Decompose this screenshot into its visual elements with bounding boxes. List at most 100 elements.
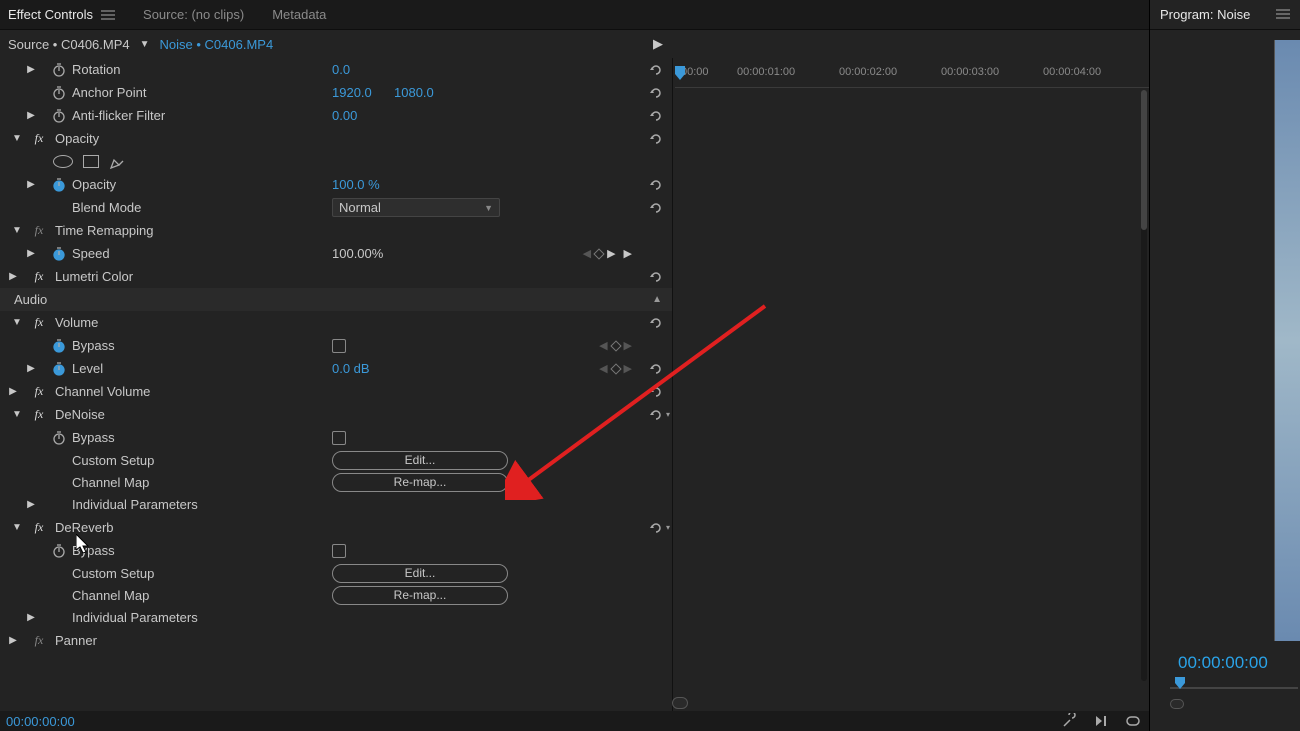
reset-icon[interactable] bbox=[648, 520, 664, 536]
tab-effect-controls[interactable]: Effect Controls bbox=[8, 7, 115, 22]
stopwatch-icon[interactable] bbox=[52, 247, 66, 261]
panel-menu-icon[interactable] bbox=[101, 10, 115, 20]
stopwatch-icon[interactable] bbox=[52, 362, 66, 376]
reset-icon[interactable] bbox=[648, 200, 664, 216]
edit-button[interactable]: Edit... bbox=[332, 564, 508, 583]
reset-icon[interactable] bbox=[648, 177, 664, 193]
fx-badge-icon[interactable]: fx bbox=[32, 633, 46, 648]
blend-mode-select[interactable]: Normal▼ bbox=[332, 198, 500, 217]
anchor-x-value[interactable]: 1920.0 bbox=[332, 85, 372, 100]
program-monitor[interactable]: 00:00:00:00 bbox=[1150, 30, 1300, 731]
reset-icon[interactable] bbox=[648, 361, 664, 377]
program-ruler[interactable] bbox=[1170, 677, 1298, 695]
fx-badge-icon[interactable]: fx bbox=[32, 384, 46, 399]
playhead-icon[interactable] bbox=[674, 66, 686, 82]
prop-denoise-custom-setup: Custom Setup Edit... bbox=[0, 449, 672, 471]
vertical-scrollbar[interactable] bbox=[1141, 90, 1147, 681]
reset-icon[interactable] bbox=[648, 384, 664, 400]
ruler-mark: 00:00:04:00 bbox=[1043, 66, 1101, 78]
stopwatch-icon[interactable] bbox=[52, 544, 66, 558]
pen-mask-icon[interactable] bbox=[109, 154, 125, 170]
level-value[interactable]: 0.0 dB bbox=[332, 361, 370, 376]
effect-menu-icon[interactable]: ▾ bbox=[666, 523, 670, 532]
expand-toggle[interactable]: ▶ bbox=[26, 248, 36, 259]
reset-icon[interactable] bbox=[648, 62, 664, 78]
reset-icon[interactable] bbox=[648, 315, 664, 331]
reset-icon[interactable] bbox=[648, 108, 664, 124]
prev-keyframe-icon[interactable]: ◀ bbox=[599, 362, 607, 375]
panel-menu-icon[interactable] bbox=[1276, 7, 1290, 22]
edit-button[interactable]: Edit... bbox=[332, 451, 508, 470]
ruler-mark: 00:00:01:00 bbox=[737, 66, 795, 78]
expand-toggle[interactable]: ▼ bbox=[12, 409, 22, 420]
next-keyframe-icon[interactable]: ▶ bbox=[607, 247, 615, 260]
bypass-checkbox[interactable] bbox=[332, 544, 346, 558]
rect-mask-icon[interactable] bbox=[83, 155, 99, 168]
add-keyframe-icon[interactable] bbox=[593, 248, 604, 259]
reset-icon[interactable] bbox=[648, 85, 664, 101]
current-timecode[interactable]: 00:00:00:00 bbox=[0, 714, 75, 729]
stopwatch-icon[interactable] bbox=[52, 431, 66, 445]
ellipse-mask-icon[interactable] bbox=[53, 155, 73, 168]
expand-toggle[interactable]: ▶ bbox=[26, 363, 36, 374]
opacity-value[interactable]: 100.0 % bbox=[332, 177, 380, 192]
program-timecode[interactable]: 00:00:00:00 bbox=[1178, 653, 1268, 673]
step-icon[interactable] bbox=[1093, 713, 1109, 729]
chevron-down-icon[interactable]: ▼ bbox=[140, 39, 150, 50]
stopwatch-icon[interactable] bbox=[52, 178, 66, 192]
reset-icon[interactable] bbox=[648, 407, 664, 423]
expand-toggle[interactable]: ▼ bbox=[12, 225, 22, 236]
next-keyframe-icon[interactable]: ▶ bbox=[624, 362, 632, 375]
next-keyframe-icon[interactable]: ▶ bbox=[624, 339, 632, 352]
stopwatch-icon[interactable] bbox=[52, 86, 66, 100]
playhead-icon[interactable] bbox=[1174, 677, 1186, 691]
expand-toggle[interactable]: ▶ bbox=[26, 499, 36, 510]
speed-value[interactable]: 100.00% bbox=[332, 246, 383, 261]
expand-toggle[interactable]: ▶ bbox=[26, 64, 36, 75]
remap-button[interactable]: Re-map... bbox=[332, 473, 508, 492]
volume-label: Volume bbox=[55, 315, 98, 330]
expand-toggle[interactable]: ▶ bbox=[8, 271, 18, 282]
expand-toggle[interactable]: ▶ bbox=[8, 386, 18, 397]
expand-toggle[interactable]: ▶ bbox=[26, 110, 36, 121]
expand-toggle[interactable]: ▶ bbox=[8, 635, 18, 646]
expand-toggle[interactable]: ▶ bbox=[26, 179, 36, 190]
prev-keyframe-icon[interactable]: ◀ bbox=[583, 247, 591, 260]
collapse-icon[interactable]: ▲ bbox=[652, 294, 662, 305]
reset-icon[interactable] bbox=[648, 269, 664, 285]
anti-flicker-value[interactable]: 0.00 bbox=[332, 108, 357, 123]
stopwatch-icon[interactable] bbox=[52, 63, 66, 77]
stopwatch-icon[interactable] bbox=[52, 339, 66, 353]
wrench-icon[interactable] bbox=[1061, 713, 1077, 729]
tab-source[interactable]: Source: (no clips) bbox=[143, 7, 244, 22]
tab-metadata[interactable]: Metadata bbox=[272, 7, 326, 22]
zoom-scrollbar[interactable] bbox=[672, 697, 1139, 709]
rotation-value[interactable]: 0.0 bbox=[332, 62, 350, 77]
reset-icon[interactable] bbox=[648, 131, 664, 147]
add-keyframe-icon[interactable] bbox=[610, 340, 621, 351]
prop-speed: ▶ Speed 100.00% ◀ ▶ ▶ bbox=[0, 242, 672, 265]
timeline-ruler[interactable]: 00:00 00:00:01:00 00:00:02:00 00:00:03:0… bbox=[675, 60, 1149, 88]
anchor-y-value[interactable]: 1080.0 bbox=[394, 85, 434, 100]
fx-badge-icon[interactable]: fx bbox=[32, 269, 46, 284]
expand-toggle[interactable]: ▼ bbox=[12, 317, 22, 328]
fx-badge-icon[interactable]: fx bbox=[32, 223, 46, 238]
play-only-icon[interactable]: ▶ bbox=[653, 36, 663, 52]
play-icon[interactable]: ▶ bbox=[624, 247, 632, 260]
fx-badge-icon[interactable]: fx bbox=[32, 407, 46, 422]
expand-toggle[interactable]: ▶ bbox=[26, 612, 36, 623]
remap-button[interactable]: Re-map... bbox=[332, 586, 508, 605]
bypass-checkbox[interactable] bbox=[332, 431, 346, 445]
fx-badge-icon[interactable]: fx bbox=[32, 520, 46, 535]
fx-badge-icon[interactable]: fx bbox=[32, 131, 46, 146]
fx-badge-icon[interactable]: fx bbox=[32, 315, 46, 330]
add-keyframe-icon[interactable] bbox=[610, 363, 621, 374]
expand-toggle[interactable]: ▼ bbox=[12, 133, 22, 144]
program-zoom-scrollbar[interactable] bbox=[1170, 699, 1298, 709]
effect-menu-icon[interactable]: ▾ bbox=[666, 410, 670, 419]
loop-icon[interactable] bbox=[1125, 713, 1141, 729]
expand-toggle[interactable]: ▼ bbox=[12, 522, 22, 533]
prev-keyframe-icon[interactable]: ◀ bbox=[599, 339, 607, 352]
stopwatch-icon[interactable] bbox=[52, 109, 66, 123]
bypass-checkbox[interactable] bbox=[332, 339, 346, 353]
